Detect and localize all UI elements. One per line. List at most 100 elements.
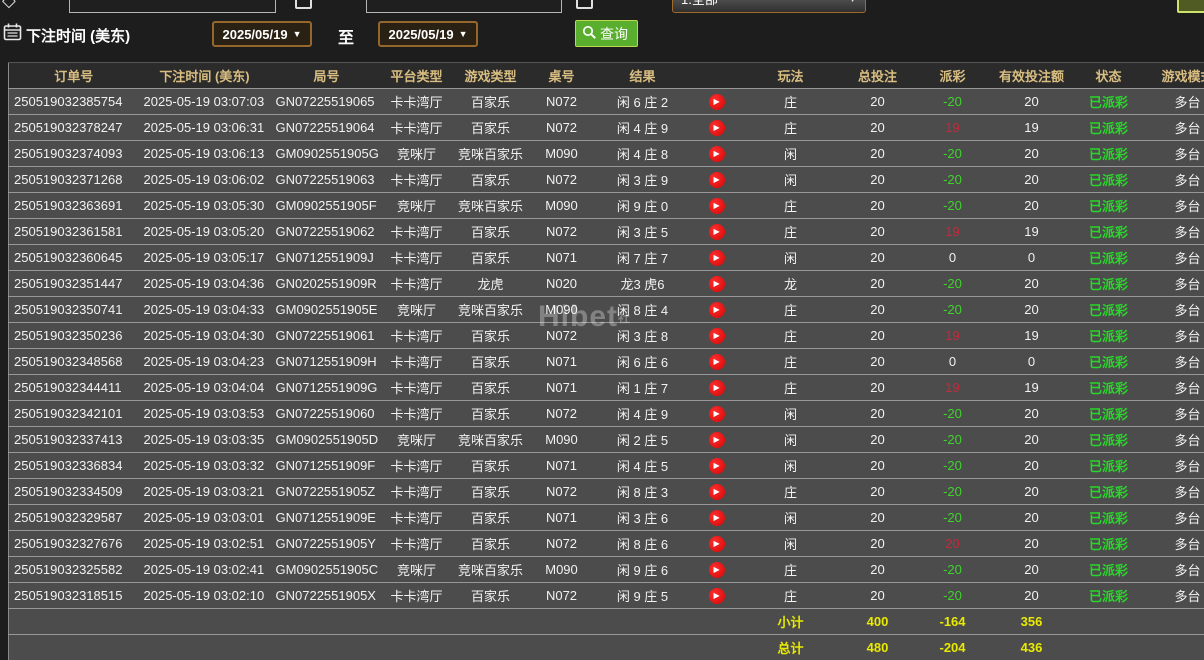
replay-cell: ▶: [692, 322, 741, 349]
table-no-cell: M090: [530, 426, 593, 453]
valid-bet-cell: 20: [990, 582, 1073, 609]
mode-cell: 多台: [1144, 400, 1204, 427]
platform-cell: 卡卡湾厅: [382, 218, 451, 245]
time-cell: 2025-05-19 03:02:51: [138, 530, 271, 557]
mode-cell: 多台: [1144, 218, 1204, 245]
play-icon[interactable]: ▶: [708, 197, 725, 214]
order-cell: 250519032329587: [8, 504, 139, 531]
play-icon[interactable]: ▶: [708, 119, 725, 136]
play-icon[interactable]: ▶: [708, 561, 725, 578]
mode-cell: 多台: [1144, 166, 1204, 193]
status-cell: 已派彩: [1072, 556, 1145, 583]
play-type-cell: 闲: [740, 140, 841, 167]
play-icon[interactable]: ▶: [708, 431, 725, 448]
result-cell: 闲 9 庄 5: [592, 582, 693, 609]
table-no-cell: N072: [530, 400, 593, 427]
play-icon[interactable]: ▶: [708, 587, 725, 604]
round-cell: GM0902551905D: [270, 426, 383, 453]
payout-cell: 0: [914, 244, 991, 271]
play-icon[interactable]: ▶: [708, 353, 725, 370]
mode-cell: 多台: [1144, 296, 1204, 323]
table-row: 250519032374093 2025-05-19 03:06:13 GM09…: [8, 140, 1204, 167]
status-cell: 已派彩: [1072, 400, 1145, 427]
play-icon[interactable]: ▶: [708, 171, 725, 188]
top-right-button-fragment[interactable]: [1177, 0, 1204, 13]
col-platform: 平台类型: [382, 62, 451, 89]
mode-cell: 多台: [1144, 504, 1204, 531]
platform-cell: 卡卡湾厅: [382, 270, 451, 297]
table-row: 250519032344411 2025-05-19 03:04:04 GN07…: [8, 374, 1204, 401]
play-icon[interactable]: ▶: [708, 93, 725, 110]
play-icon[interactable]: ▶: [708, 223, 725, 240]
game-cell: 百家乐: [450, 400, 531, 427]
play-icon[interactable]: ▶: [708, 145, 725, 162]
play-icon[interactable]: ▶: [708, 535, 725, 552]
bet-time-label: 下注时间 (美东): [26, 28, 131, 45]
col-play: 玩法: [740, 62, 841, 89]
replay-cell: ▶: [692, 504, 741, 531]
bet-cell: 20: [840, 140, 915, 167]
status-cell: 已派彩: [1072, 88, 1145, 115]
time-cell: 2025-05-19 03:06:31: [138, 114, 271, 141]
table-row: 250519032363691 2025-05-19 03:05:30 GM09…: [8, 192, 1204, 219]
col-replay: [692, 62, 741, 89]
table-no-cell: N020: [530, 270, 593, 297]
time-cell: 2025-05-19 03:06:13: [138, 140, 271, 167]
round-cell: GN07225519062: [270, 218, 383, 245]
order-cell: 250519032371268: [8, 166, 139, 193]
game-cell: 竞咪百家乐: [450, 556, 531, 583]
col-game: 游戏类型: [450, 62, 531, 89]
mode-cell: 多台: [1144, 478, 1204, 505]
subtotal-valid: 356: [990, 608, 1073, 635]
play-icon[interactable]: ▶: [708, 483, 725, 500]
valid-bet-cell: 20: [990, 270, 1073, 297]
col-order: 订单号: [8, 62, 139, 89]
platform-cell: 卡卡湾厅: [382, 114, 451, 141]
order-cell: 250519032327676: [8, 530, 139, 557]
valid-bet-cell: 20: [990, 88, 1073, 115]
round-cell: GM0902551905C: [270, 556, 383, 583]
filter-input-1[interactable]: [69, 0, 276, 13]
table-no-cell: M090: [530, 140, 593, 167]
date-from-select[interactable]: 2025/05/19 ▼: [212, 21, 312, 47]
date-to-select[interactable]: 2025/05/19 ▼: [378, 21, 478, 47]
play-icon[interactable]: ▶: [708, 405, 725, 422]
subtotal-label: 小计: [740, 608, 841, 635]
search-icon: [582, 25, 597, 43]
play-icon[interactable]: ▶: [708, 457, 725, 474]
mode-cell: 多台: [1144, 426, 1204, 453]
platform-cell: 卡卡湾厅: [382, 244, 451, 271]
play-icon[interactable]: ▶: [708, 509, 725, 526]
query-button[interactable]: 查询: [575, 20, 638, 47]
time-cell: 2025-05-19 03:07:03: [138, 88, 271, 115]
game-cell: 竞咪百家乐: [450, 296, 531, 323]
order-cell: 250519032334509: [8, 478, 139, 505]
table-row: 250519032325582 2025-05-19 03:02:41 GM09…: [8, 556, 1204, 583]
game-cell: 百家乐: [450, 504, 531, 531]
status-cell: 已派彩: [1072, 504, 1145, 531]
play-type-cell: 庄: [740, 348, 841, 375]
mode-cell: 多台: [1144, 88, 1204, 115]
platform-cell: 卡卡湾厅: [382, 322, 451, 349]
result-cell: 龙3 虎6: [592, 270, 693, 297]
list-icon-small: [576, 0, 593, 9]
time-cell: 2025-05-19 03:04:30: [138, 322, 271, 349]
result-cell: 闲 4 庄 9: [592, 400, 693, 427]
game-cell: 百家乐: [450, 348, 531, 375]
status-cell: 已派彩: [1072, 218, 1145, 245]
play-icon[interactable]: ▶: [708, 275, 725, 292]
play-icon[interactable]: ▶: [708, 327, 725, 344]
bet-cell: 20: [840, 452, 915, 479]
platform-type-select[interactable]: 1.全部 ▼: [672, 0, 866, 13]
play-icon[interactable]: ▶: [708, 301, 725, 318]
play-icon[interactable]: ▶: [708, 249, 725, 266]
order-cell: 250519032351447: [8, 270, 139, 297]
table-row: 250519032378247 2025-05-19 03:06:31 GN07…: [8, 114, 1204, 141]
payout-cell: -20: [914, 582, 991, 609]
platform-type-value: 1.全部: [681, 0, 718, 12]
filter-input-2[interactable]: [366, 0, 562, 13]
result-cell: 闲 2 庄 5: [592, 426, 693, 453]
table-no-cell: N071: [530, 504, 593, 531]
order-cell: 250519032325582: [8, 556, 139, 583]
play-icon[interactable]: ▶: [708, 379, 725, 396]
